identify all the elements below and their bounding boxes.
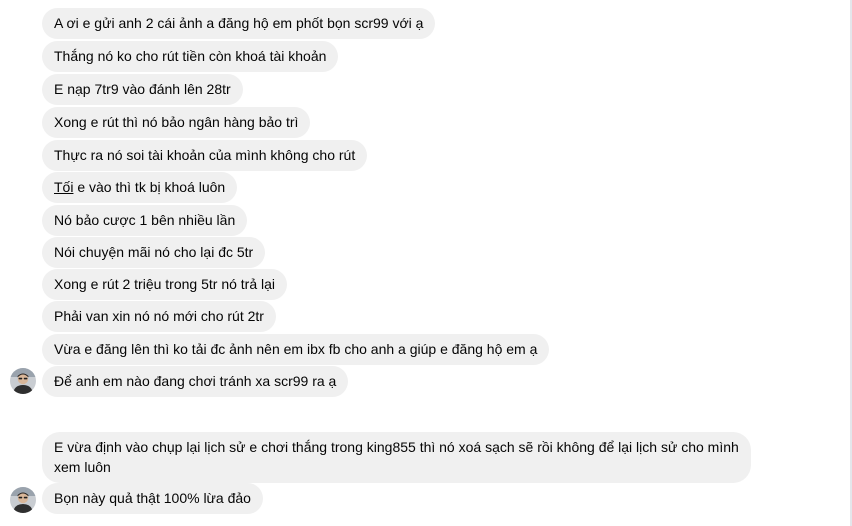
message-bubble[interactable]: Bọn này quả thật 100% lừa đảo [42, 483, 263, 514]
message-text: Phải van xin nó nó mới cho rút 2tr [54, 308, 264, 324]
message-bubble[interactable]: E vừa định vào chụp lại lịch sử e chơi t… [42, 432, 751, 483]
message-text: E vừa định vào chụp lại lịch sử e chơi t… [54, 439, 739, 475]
message-bubble[interactable]: A ơi e gửi anh 2 cái ảnh a đăng hộ em ph… [42, 8, 436, 39]
message-bubble[interactable]: Thực ra nó soi tài khoản của mình không … [42, 140, 368, 171]
avatar-photo-icon [10, 368, 36, 394]
message-bubble[interactable]: Phải van xin nó nó mới cho rút 2tr [42, 301, 276, 332]
message-text: Để anh em nào đang chơi tránh xa scr99 r… [54, 373, 337, 389]
message-text: Thực ra nó soi tài khoản của mình không … [54, 147, 356, 163]
message-text: Xong e rút thì nó bảo ngân hàng bảo trì [54, 114, 299, 130]
message-bubble[interactable]: Xong e rút thì nó bảo ngân hàng bảo trì [42, 107, 311, 138]
message-text: Vừa e đăng lên thì ko tải đc ảnh nên em … [54, 341, 538, 357]
message-text: Xong e rút 2 triệu trong 5tr nó trả lại [54, 276, 276, 292]
message-bubble[interactable]: Nói chuyện mãi nó cho lại đc 5tr [42, 237, 266, 268]
message-bubble[interactable]: Nó bảo cược 1 bên nhiều lần [42, 205, 248, 236]
sender-avatar[interactable] [10, 487, 36, 513]
message-text: e vào thì tk bị khoá luôn [73, 179, 226, 195]
message-bubble[interactable]: E nạp 7tr9 vào đánh lên 28tr [42, 74, 243, 105]
message-bubble[interactable]: Tối e vào thì tk bị khoá luôn [42, 172, 238, 203]
message-text: Thắng nó ko cho rút tiền còn khoá tài kh… [54, 48, 327, 64]
message-bubble[interactable]: Để anh em nào đang chơi tránh xa scr99 r… [42, 366, 349, 397]
message-bubble[interactable]: Xong e rút 2 triệu trong 5tr nó trả lại [42, 269, 288, 300]
avatar-photo-icon [10, 487, 36, 513]
sender-avatar[interactable] [10, 368, 36, 394]
message-text: Nói chuyện mãi nó cho lại đc 5tr [54, 244, 254, 260]
message-text: Bọn này quả thật 100% lừa đảo [54, 490, 251, 506]
message-text: Nó bảo cược 1 bên nhiều lần [54, 212, 236, 228]
message-text-linked-word[interactable]: Tối [54, 179, 73, 195]
message-bubble[interactable]: Vừa e đăng lên thì ko tải đc ảnh nên em … [42, 334, 550, 365]
message-bubble[interactable]: Thắng nó ko cho rút tiền còn khoá tài kh… [42, 41, 339, 72]
message-text: A ơi e gửi anh 2 cái ảnh a đăng hộ em ph… [54, 15, 424, 31]
message-text: E nạp 7tr9 vào đánh lên 28tr [54, 81, 231, 97]
